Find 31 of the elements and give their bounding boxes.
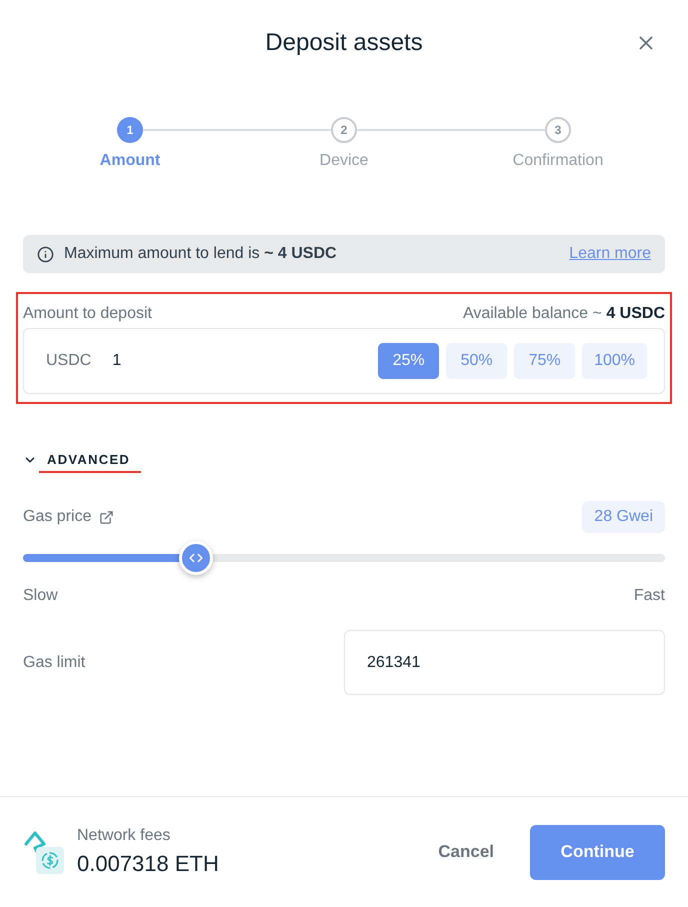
dialog-title: Deposit assets	[265, 28, 423, 58]
slider-thumb[interactable]	[179, 541, 214, 575]
continue-button[interactable]: Continue	[530, 824, 665, 880]
percent-button[interactable]: 75%	[514, 343, 576, 379]
fast-label: Fast	[634, 586, 665, 606]
info-icon	[37, 246, 54, 262]
slow-label: Slow	[23, 586, 58, 606]
gas-limit-label: Gas limit	[23, 652, 86, 672]
available-balance: Available balance ~ 4 USDC	[462, 304, 665, 324]
cancel-button[interactable]: Cancel	[426, 824, 506, 880]
currency-label: USDC	[46, 351, 92, 371]
step-label: Device	[320, 151, 368, 171]
step-label: Amount	[100, 151, 160, 171]
advanced-toggle[interactable]: ADVANCED	[23, 452, 130, 468]
gas-price-badge: 28 Gwei	[582, 501, 665, 533]
amount-value: 1	[112, 351, 122, 371]
gas-price-label: Gas price	[23, 507, 92, 527]
amount-input[interactable]: USDC 1 25% 50% 75% 100%	[23, 328, 665, 394]
gas-limit-input[interactable]: 261341	[344, 630, 665, 695]
fees-label: Network fees	[77, 826, 172, 846]
gas-price-slider[interactable]	[23, 541, 665, 575]
external-link-icon[interactable]	[99, 510, 114, 524]
token-logo-icon	[23, 830, 65, 874]
percent-button[interactable]: 25%	[378, 343, 440, 379]
learn-more-link[interactable]: Learn more	[569, 242, 651, 266]
step-label: Confirmation	[512, 151, 604, 171]
amount-label: Amount to deposit	[23, 304, 152, 324]
percent-button[interactable]: 50%	[446, 343, 508, 379]
notice-text: Maximum amount to lend is ~ 4 USDC	[64, 244, 337, 264]
fees-amount: 0.007318 ETH	[77, 850, 219, 878]
percent-button[interactable]: 100%	[582, 343, 647, 379]
